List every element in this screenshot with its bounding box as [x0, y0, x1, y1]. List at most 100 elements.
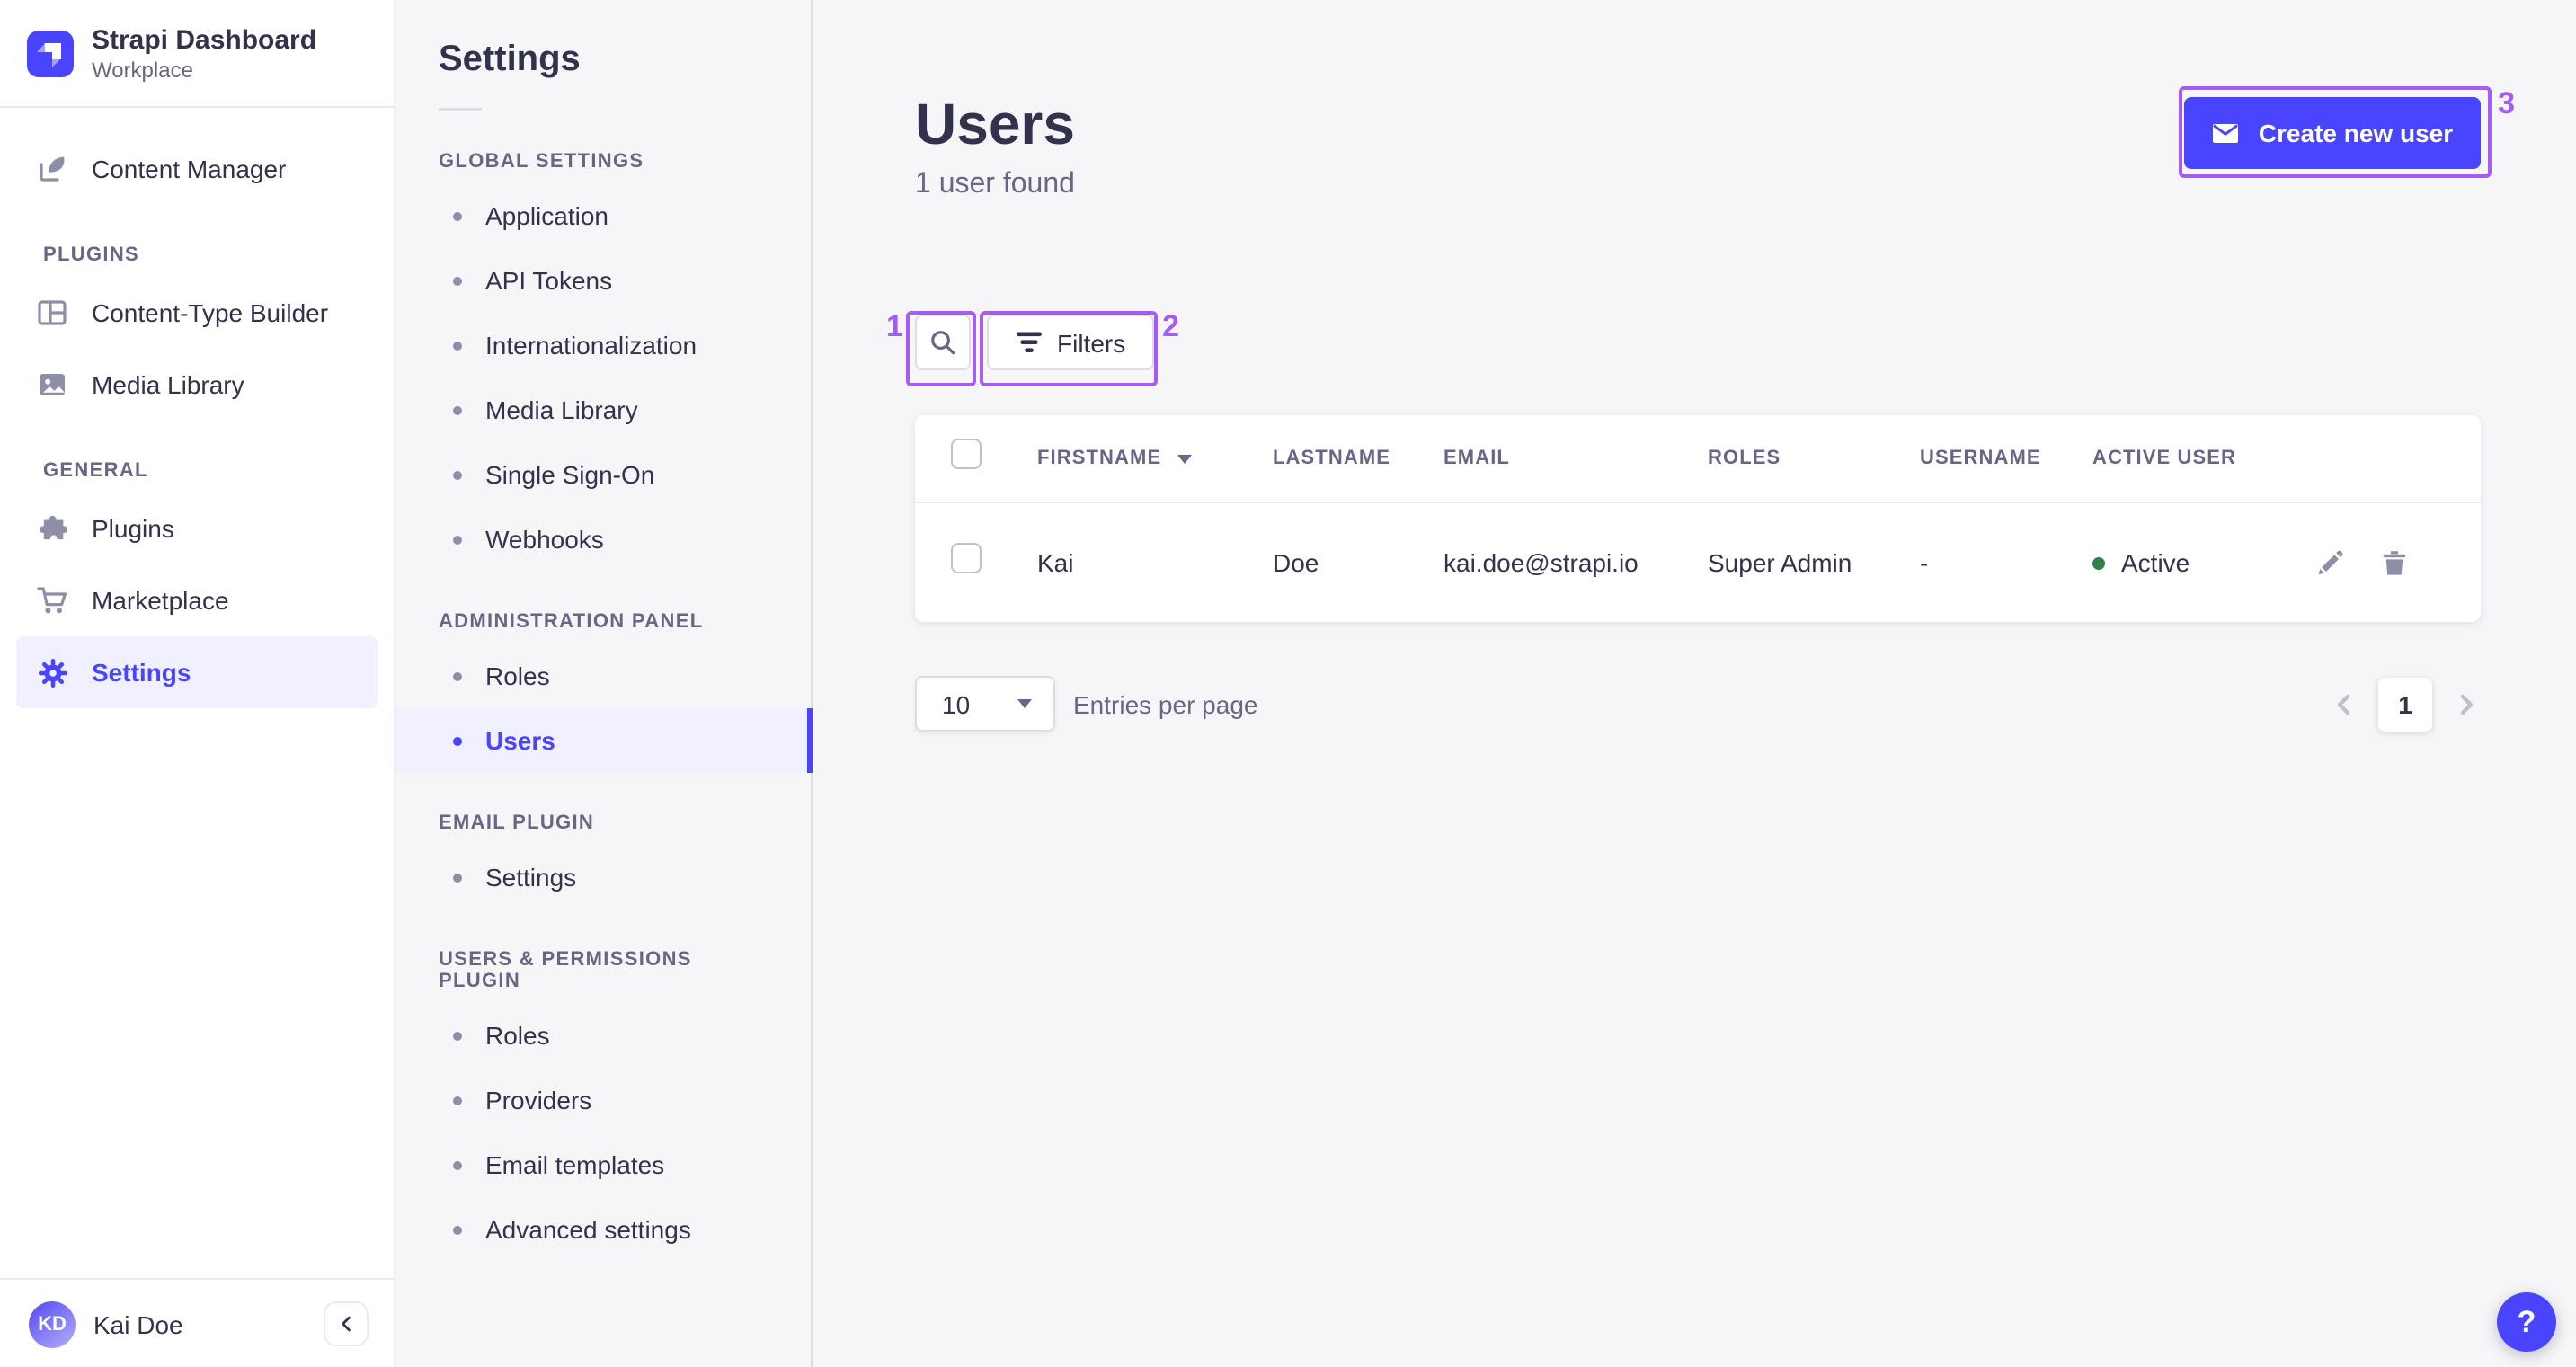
select-all-checkbox[interactable] [951, 439, 982, 469]
main-content: Users 1 user found Create new user Filte… [813, 0, 2576, 1367]
settings-item-label: Roles [485, 661, 550, 690]
search-icon [931, 331, 955, 355]
cart-icon [36, 584, 68, 617]
trash-icon [2383, 551, 2406, 575]
question-mark-icon: ? [2517, 1304, 2536, 1338]
settings-item-application[interactable]: Application [395, 183, 811, 248]
page-title-block: Users 1 user found [915, 90, 1075, 201]
bullet-icon [453, 671, 462, 680]
column-header-label: LASTNAME [1273, 448, 1391, 469]
column-header-firstname[interactable]: FIRSTNAME [1037, 448, 1273, 469]
search-button[interactable] [915, 315, 971, 370]
cell-lastname: Doe [1273, 548, 1319, 577]
pen-square-icon [36, 153, 68, 185]
brand-workspace: Workplace [92, 58, 193, 83]
select-all-cell [915, 439, 1037, 478]
bullet-icon [453, 1096, 462, 1105]
settings-nav-list: Roles Users [395, 644, 813, 773]
image-icon [36, 368, 68, 401]
settings-item-api-tokens[interactable]: API Tokens [395, 248, 811, 313]
brand-title: Strapi Dashboard [92, 25, 317, 56]
edit-user-button[interactable] [2315, 548, 2344, 577]
settings-item-media-library[interactable]: Media Library [395, 377, 811, 442]
next-page-button[interactable] [2452, 689, 2481, 718]
pager: 1 [2330, 677, 2481, 731]
settings-item-label: Roles [485, 1021, 550, 1050]
bullet-icon [453, 535, 462, 544]
gear-icon [36, 656, 68, 688]
column-header-roles[interactable]: ROLES [1708, 448, 1920, 469]
brand-text: Strapi Dashboard Workplace [92, 25, 316, 83]
settings-item-label: Providers [485, 1086, 592, 1114]
column-header-label: USERNAME [1920, 448, 2041, 469]
collapse-sidebar-button[interactable] [324, 1301, 369, 1346]
page-title: Users [915, 92, 1075, 156]
settings-item-label: API Tokens [485, 266, 613, 295]
chevron-down-icon [1017, 699, 1032, 708]
strapi-logo-icon [27, 31, 74, 77]
settings-item-up-providers[interactable]: Providers [395, 1068, 811, 1132]
settings-item-label: Single Sign-On [485, 460, 655, 489]
pencil-icon [2318, 550, 2343, 575]
help-button[interactable]: ? [2497, 1292, 2556, 1352]
users-table: FIRSTNAME LASTNAME EMAIL ROLES USERNAME … [915, 415, 2481, 622]
settings-item-label: Media Library [485, 395, 638, 424]
sidebar-item-settings[interactable]: Settings [16, 636, 378, 708]
create-new-user-button[interactable]: Create new user [2184, 97, 2481, 169]
settings-item-internationalization[interactable]: Internationalization [395, 313, 811, 377]
bullet-icon [453, 405, 462, 414]
puzzle-icon [36, 512, 68, 545]
sidebar-item-content-type-builder[interactable]: Content-Type Builder [0, 277, 378, 349]
settings-item-up-roles[interactable]: Roles [395, 1003, 811, 1068]
sidebar-section-general: GENERAL [43, 460, 148, 482]
bullet-icon [453, 276, 462, 285]
settings-item-label: Settings [485, 863, 577, 892]
column-header-label: FIRSTNAME [1037, 448, 1162, 469]
column-header-label: EMAIL [1443, 448, 1510, 469]
sidebar-item-label: Plugins [92, 514, 174, 543]
cell-firstname: Kai [1037, 548, 1074, 577]
column-header-username[interactable]: USERNAME [1920, 448, 2092, 469]
sidebar-item-label: Settings [92, 658, 191, 687]
page-size-select[interactable]: 10 [915, 676, 1055, 732]
previous-page-button[interactable] [2330, 689, 2358, 718]
bullet-icon [453, 873, 462, 882]
page-number-1[interactable]: 1 [2378, 677, 2432, 731]
delete-user-button[interactable] [2380, 548, 2409, 577]
page-size-value: 10 [942, 689, 971, 718]
chevron-left-icon [342, 1316, 351, 1332]
main-sidebar: Strapi Dashboard Workplace Content Manag… [0, 0, 395, 1367]
settings-section-users-permissions: USERS & PERMISSIONS PLUGIN [439, 949, 692, 992]
column-header-lastname[interactable]: LASTNAME [1273, 448, 1443, 469]
filters-button[interactable]: Filters [987, 315, 1155, 370]
settings-item-email-settings[interactable]: Settings [395, 845, 811, 910]
column-header-active-user[interactable]: ACTIVE USER [2092, 448, 2299, 469]
settings-section-admin-panel: ADMINISTRATION PANEL [439, 611, 704, 633]
create-new-user-label: Create new user [2258, 119, 2454, 147]
settings-item-label: Webhooks [485, 525, 604, 554]
bullet-icon [453, 341, 462, 350]
bullet-icon [453, 470, 462, 479]
sort-desc-icon[interactable] [1177, 454, 1193, 463]
cell-username: - [1920, 548, 1929, 577]
chevron-right-icon [2460, 693, 2474, 715]
status-dot-icon [2092, 556, 2105, 569]
sidebar-item-content-manager[interactable]: Content Manager [0, 133, 378, 205]
workspace-switcher[interactable]: Strapi Dashboard Workplace [0, 0, 394, 108]
sidebar-item-plugins[interactable]: Plugins [0, 493, 378, 564]
row-checkbox[interactable] [951, 543, 982, 573]
settings-item-admin-roles[interactable]: Roles [395, 644, 811, 708]
sidebar-item-marketplace[interactable]: Marketplace [0, 564, 378, 636]
settings-item-webhooks[interactable]: Webhooks [395, 507, 811, 572]
settings-item-up-email-templates[interactable]: Email templates [395, 1132, 811, 1197]
table-header-row: FIRSTNAME LASTNAME EMAIL ROLES USERNAME … [915, 415, 2481, 503]
settings-section-global: GLOBAL SETTINGS [439, 151, 644, 173]
avatar[interactable]: KD [29, 1300, 76, 1347]
sidebar-item-media-library[interactable]: Media Library [0, 349, 378, 421]
table-row[interactable]: Kai Doe kai.doe@strapi.io Super Admin - … [915, 503, 2481, 622]
settings-item-admin-users[interactable]: Users [395, 708, 813, 773]
column-header-email[interactable]: EMAIL [1443, 448, 1708, 469]
settings-item-single-sign-on[interactable]: Single Sign-On [395, 442, 811, 507]
settings-item-up-advanced-settings[interactable]: Advanced settings [395, 1197, 811, 1262]
sidebar-item-label: Marketplace [92, 586, 229, 615]
